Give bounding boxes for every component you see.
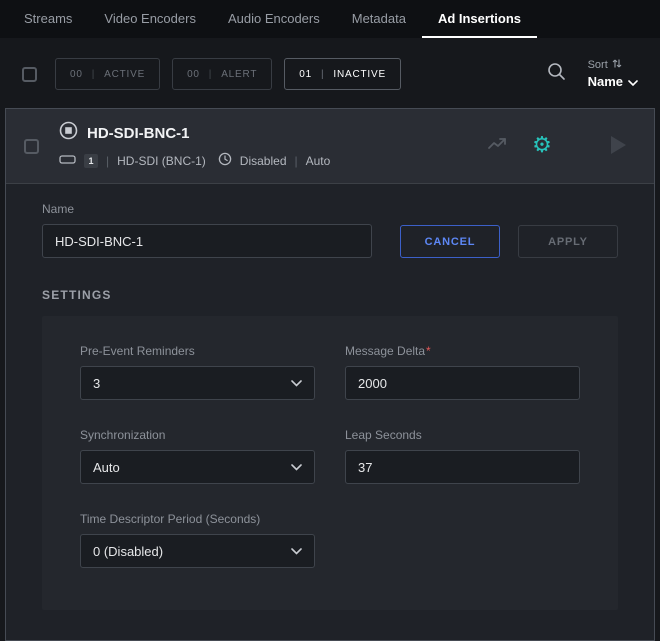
chevron-down-icon (291, 464, 302, 471)
message-delta-input[interactable] (345, 366, 580, 400)
settings-panel: Pre-Event Reminders 3 Message Delta* S (42, 316, 618, 610)
chevron-down-icon (291, 548, 302, 555)
port-label: HD-SDI (BNC-1) (117, 154, 206, 168)
encoder-card-header: HD-SDI-BNC-1 1 | HD-SDI (BNC-1) Dis (6, 109, 654, 184)
status-text: Disabled (240, 154, 287, 168)
sort-value: Name (588, 74, 623, 90)
port-number-badge: 1 (84, 154, 98, 168)
encoder-settings-form: Name CANCEL APPLY SETTINGS Pre-Event Rem… (6, 184, 654, 640)
apply-button[interactable]: APPLY (518, 225, 618, 258)
tab-audio-encoders[interactable]: Audio Encoders (212, 0, 336, 38)
message-delta-label: Message Delta* (345, 344, 580, 358)
filter-inactive-label: INACTIVE (333, 69, 386, 80)
leap-seconds-label: Leap Seconds (345, 428, 580, 442)
time-descriptor-period-field: Time Descriptor Period (Seconds) 0 (Disa… (80, 512, 315, 568)
encoder-card: HD-SDI-BNC-1 1 | HD-SDI (BNC-1) Dis (5, 108, 655, 641)
leap-seconds-input[interactable] (345, 450, 580, 484)
status-filters: 00 | ACTIVE 00 | ALERT 01 | INACTIVE (55, 58, 401, 90)
sort-arrows-icon (612, 58, 622, 74)
synchronization-label: Synchronization (80, 428, 315, 442)
tab-ad-insertions[interactable]: Ad Insertions (422, 0, 537, 38)
name-label: Name (42, 202, 372, 216)
top-navigation: Streams Video Encoders Audio Encoders Me… (0, 0, 660, 38)
sdi-port-icon (59, 154, 76, 168)
settings-button[interactable]: ⚙ (525, 130, 559, 160)
name-input[interactable] (42, 224, 372, 258)
time-descriptor-period-label: Time Descriptor Period (Seconds) (80, 512, 315, 526)
select-all-checkbox[interactable] (22, 67, 37, 82)
play-button[interactable] (611, 136, 626, 154)
required-asterisk: * (426, 344, 431, 358)
tab-metadata[interactable]: Metadata (336, 0, 422, 38)
encoder-meta: 1 | HD-SDI (BNC-1) Disabled | Auto (59, 152, 330, 169)
time-descriptor-period-select[interactable]: 0 (Disabled) (80, 534, 315, 568)
chevron-down-icon (291, 380, 302, 387)
search-button[interactable] (547, 62, 566, 86)
filter-alert-count: 00 (187, 69, 200, 80)
record-stop-icon (59, 121, 78, 145)
synchronization-select[interactable]: Auto (80, 450, 315, 484)
chart-icon (487, 134, 509, 157)
synchronization-field: Synchronization Auto (80, 428, 315, 484)
settings-section-title: SETTINGS (42, 288, 618, 302)
mode-text: Auto (306, 154, 331, 168)
filter-alert-button[interactable]: 00 | ALERT (172, 58, 272, 90)
encoder-title: HD-SDI-BNC-1 (87, 125, 190, 142)
gear-icon: ⚙ (532, 134, 552, 156)
pre-event-reminders-field: Pre-Event Reminders 3 (80, 344, 315, 400)
cancel-button[interactable]: CANCEL (400, 225, 500, 258)
search-icon (547, 62, 566, 86)
tab-video-encoders[interactable]: Video Encoders (88, 0, 212, 38)
list-toolbar: 00 | ACTIVE 00 | ALERT 01 | INACTIVE (0, 54, 660, 94)
filter-active-count: 00 (70, 69, 83, 80)
leap-seconds-field: Leap Seconds (345, 428, 580, 484)
sort-label: Sort (588, 59, 608, 73)
pre-event-reminders-select[interactable]: 3 (80, 366, 315, 400)
filter-inactive-count: 01 (299, 69, 312, 80)
pre-event-reminders-label: Pre-Event Reminders (80, 344, 315, 358)
chevron-down-icon (628, 74, 638, 90)
filter-alert-label: ALERT (221, 69, 257, 80)
statistics-button[interactable] (481, 130, 515, 160)
schedule-clock-icon (218, 152, 232, 169)
filter-inactive-button[interactable]: 01 | INACTIVE (284, 58, 401, 90)
tab-streams[interactable]: Streams (8, 0, 88, 38)
filter-active-label: ACTIVE (104, 69, 145, 80)
sort-control[interactable]: Sort Name (588, 58, 638, 90)
message-delta-field: Message Delta* (345, 344, 580, 400)
row-checkbox[interactable] (24, 139, 39, 154)
filter-active-button[interactable]: 00 | ACTIVE (55, 58, 160, 90)
